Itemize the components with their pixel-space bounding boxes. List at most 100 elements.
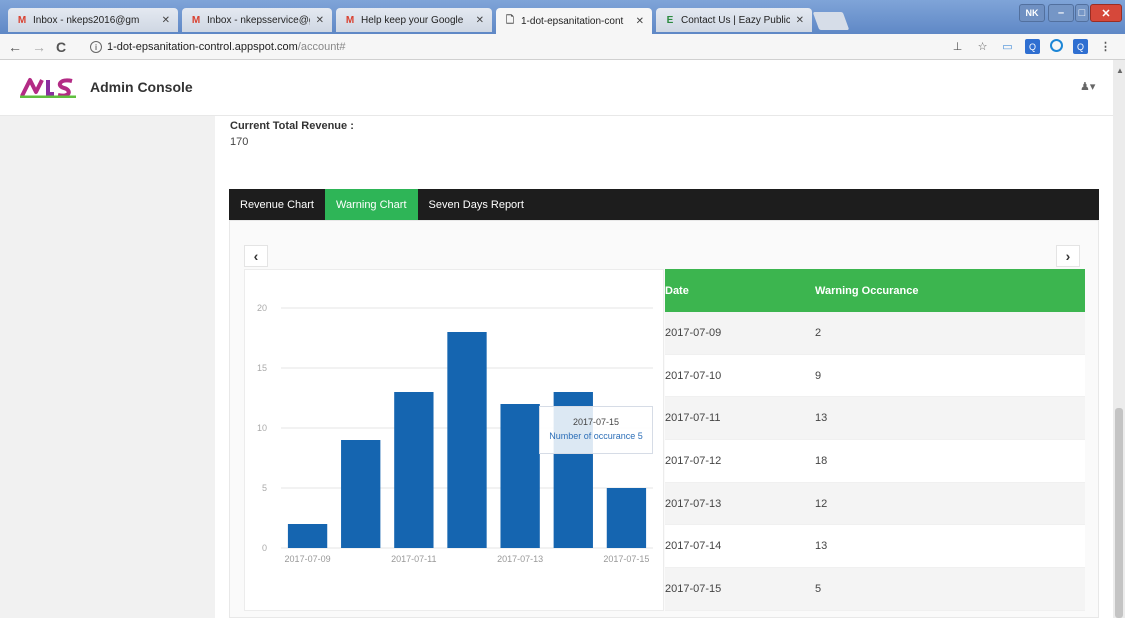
cell-warning-count: 9 [815, 369, 822, 382]
chart-tooltip: 2017-07-15 Number of occurance 5 [539, 406, 653, 454]
revenue-value: 170 [230, 136, 249, 148]
table-header: Date Warning Occurance [665, 269, 1085, 312]
maximize-button[interactable]: □ [1075, 4, 1089, 22]
next-button[interactable]: › [1056, 245, 1080, 267]
cell-date: 2017-07-12 [665, 454, 722, 467]
new-tab-button[interactable] [812, 12, 850, 30]
app-header: Admin Console ♟▾ [0, 60, 1113, 116]
cell-warning-count: 5 [815, 582, 822, 595]
user-menu-icon[interactable]: ♟▾ [1080, 80, 1095, 93]
browser-tab-label: Contact Us | Eazy Public [681, 14, 790, 26]
tab-seven-days-report[interactable]: Seven Days Report [418, 189, 535, 220]
table-row: 2017-07-10 9 [665, 355, 1085, 398]
tab-close-icon[interactable]: ✕ [636, 16, 644, 27]
cell-date: 2017-07-15 [665, 582, 722, 595]
info-icon[interactable]: i [90, 41, 102, 53]
profile-button[interactable]: NK [1019, 4, 1045, 22]
cell-warning-count: 2 [815, 326, 822, 339]
bar [447, 332, 487, 548]
page-scrollbar[interactable]: ▲ [1113, 60, 1125, 618]
tooltip-label: Number of occurance [549, 431, 636, 441]
app-title: Admin Console [90, 79, 193, 95]
address-bar: ← → C i 1-dot-epsanitation-control.appsp… [0, 34, 1125, 60]
browser-tab-label: Inbox - nkeps2016@gm [33, 14, 140, 26]
minimize-button[interactable]: – [1048, 4, 1074, 22]
tab-close-icon[interactable]: ✕ [796, 15, 804, 26]
table-row: 2017-07-13 12 [665, 482, 1085, 526]
main-content: Current Total Revenue : 170 Revenue Char… [215, 116, 1113, 618]
y-tick-label: 5 [262, 483, 267, 493]
toolbar-icons: ⊥ ☆ ▭ Q Q ⋮ [950, 39, 1113, 54]
browser-tab-label: 1-dot-epsanitation-cont [521, 15, 624, 27]
header-warning-occurance: Warning Occurance [815, 284, 919, 297]
back-icon[interactable]: ← [8, 39, 22, 55]
table-body: 2017-07-09 2 2017-07-10 9 2017-07-11 13 2017-0… [665, 312, 1085, 611]
url-path: /account# [297, 41, 346, 53]
tab-warning-chart[interactable]: Warning Chart [325, 189, 418, 220]
gmail-icon: M [17, 14, 27, 26]
warning-chart-panel: ‹ › 0 5 10 15 20 2017-07-09 2017-07-11 2017-07-… [229, 220, 1099, 618]
bookmark-star-icon[interactable]: ☆ [975, 39, 990, 54]
table-row: 2017-07-15 5 [665, 568, 1085, 611]
bar [606, 488, 647, 548]
scrollbar-thumb[interactable] [1115, 408, 1123, 618]
extension-doc-icon[interactable]: ▭ [1000, 39, 1015, 54]
warning-table: Date Warning Occurance 2017-07-09 2 2017-0… [665, 269, 1085, 611]
extension-refresh-icon[interactable] [1050, 39, 1063, 52]
sidebar [0, 116, 215, 618]
tab-close-icon[interactable]: ✕ [476, 15, 484, 26]
browser-tab[interactable]: 🗋 1-dot-epsanitation-cont ✕ [496, 8, 652, 34]
cell-date: 2017-07-09 [665, 326, 722, 339]
table-row: 2017-07-14 13 [665, 525, 1085, 569]
cell-date: 2017-07-13 [665, 497, 722, 510]
extension-tie-icon[interactable]: ⊥ [950, 39, 965, 54]
extension-q-icon[interactable]: Q [1025, 39, 1040, 54]
browser-tab[interactable]: M Inbox - nkepsservice@g ✕ [182, 8, 332, 32]
table-row: 2017-07-12 18 [665, 440, 1085, 483]
tab-revenue-chart[interactable]: Revenue Chart [229, 189, 325, 220]
x-tick-label: 2017-07-13 [497, 554, 543, 564]
browser-tab[interactable]: E Contact Us | Eazy Public ✕ [656, 8, 812, 32]
extension-q2-icon[interactable]: Q [1073, 39, 1088, 54]
url-field[interactable]: i 1-dot-epsanitation-control.appspot.com… [90, 37, 950, 57]
x-tick-label: 2017-07-09 [285, 554, 331, 564]
cell-date: 2017-07-14 [665, 540, 722, 553]
url-host: 1-dot-epsanitation-control.appspot.com [107, 41, 298, 53]
bar [341, 440, 381, 548]
browser-tab-label: Inbox - nkepsservice@g [207, 14, 310, 26]
tab-close-icon[interactable]: ✕ [162, 15, 170, 26]
scroll-up-icon[interactable]: ▲ [1116, 66, 1124, 75]
tab-close-icon[interactable]: ✕ [316, 15, 324, 26]
x-tick-label: 2017-07-11 [391, 554, 436, 564]
browser-tab[interactable]: M Help keep your Google ✕ [336, 8, 492, 32]
prev-button[interactable]: ‹ [244, 245, 268, 267]
site-icon: E [666, 14, 674, 26]
y-tick-label: 15 [257, 363, 267, 373]
browser-tabstrip: M Inbox - nkeps2016@gm ✕ M Inbox - nkepsserv… [0, 0, 1125, 34]
table-row: 2017-07-11 13 [665, 397, 1085, 441]
forward-icon[interactable]: → [32, 39, 46, 55]
reload-icon[interactable]: C [56, 39, 66, 55]
warning-bar-chart: 0 5 10 15 20 2017-07-09 2017-07-11 2017-07-13 20… [244, 269, 664, 611]
menu-icon[interactable]: ⋮ [1098, 39, 1113, 54]
cell-date: 2017-07-10 [665, 369, 722, 382]
cell-warning-count: 13 [815, 540, 828, 553]
cell-warning-count: 13 [815, 412, 828, 425]
bar [500, 404, 540, 548]
app-logo [20, 78, 76, 98]
cell-warning-count: 18 [815, 454, 828, 467]
browser-tab-label: Help keep your Google [361, 14, 464, 26]
tooltip-date: 2017-07-15 [572, 417, 620, 427]
page-icon: 🗋 [505, 14, 515, 26]
table-row: 2017-07-09 2 [665, 312, 1085, 355]
revenue-label: Current Total Revenue : [230, 120, 354, 132]
cell-warning-count: 12 [815, 497, 828, 510]
tooltip-value: 5 [637, 431, 643, 441]
y-tick-label: 20 [257, 303, 267, 313]
gmail-icon: M [191, 14, 201, 26]
close-window-button[interactable]: ✕ [1090, 4, 1122, 22]
browser-tab[interactable]: M Inbox - nkeps2016@gm ✕ [8, 8, 178, 32]
header-date: Date [665, 284, 689, 297]
bar [287, 524, 328, 548]
y-tick-label: 10 [257, 423, 267, 433]
